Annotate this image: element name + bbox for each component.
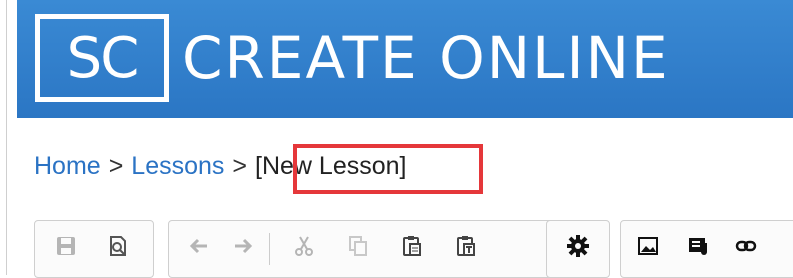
brand-title: CREATE ONLINE: [182, 24, 670, 92]
redo-icon: [233, 235, 255, 262]
save-icon: [55, 235, 77, 262]
paste-text-button[interactable]: [449, 231, 483, 265]
toolbar-group-settings: [546, 220, 610, 278]
toolbar-group-edit: [168, 220, 568, 278]
undo-button[interactable]: [181, 231, 215, 265]
cut-icon: [293, 235, 315, 262]
insert-media-button[interactable]: [681, 231, 715, 265]
image-icon: [637, 235, 659, 262]
copy-button[interactable]: [341, 231, 375, 265]
cut-button[interactable]: [287, 231, 321, 265]
gear-icon: [566, 234, 590, 263]
toolbar-divider: [269, 233, 270, 265]
paste-text-icon: [455, 235, 477, 262]
copy-icon: [347, 235, 369, 262]
toolbar-group-file: [34, 220, 154, 278]
paste-button[interactable]: [395, 231, 429, 265]
redo-button[interactable]: [227, 231, 261, 265]
sc-logo[interactable]: SC: [35, 14, 169, 102]
preview-button[interactable]: [101, 231, 135, 265]
insert-link-button[interactable]: [729, 231, 763, 265]
preview-icon: [107, 235, 129, 262]
app-header: SC CREATE ONLINE: [17, 0, 793, 118]
link-icon: [735, 235, 757, 262]
breadcrumb-home-link[interactable]: Home: [34, 152, 101, 180]
media-icon: [687, 235, 709, 262]
paste-icon: [401, 235, 423, 262]
highlight-box: [293, 144, 483, 194]
settings-button[interactable]: [561, 231, 595, 265]
breadcrumb-lessons-link[interactable]: Lessons: [131, 152, 224, 180]
save-button[interactable]: [49, 231, 83, 265]
breadcrumb-separator: >: [108, 152, 124, 180]
insert-image-button[interactable]: [631, 231, 665, 265]
breadcrumb-separator: >: [232, 152, 248, 180]
toolbar-group-insert: [620, 220, 793, 278]
editor-toolbar: [34, 220, 793, 278]
undo-icon: [187, 235, 209, 262]
